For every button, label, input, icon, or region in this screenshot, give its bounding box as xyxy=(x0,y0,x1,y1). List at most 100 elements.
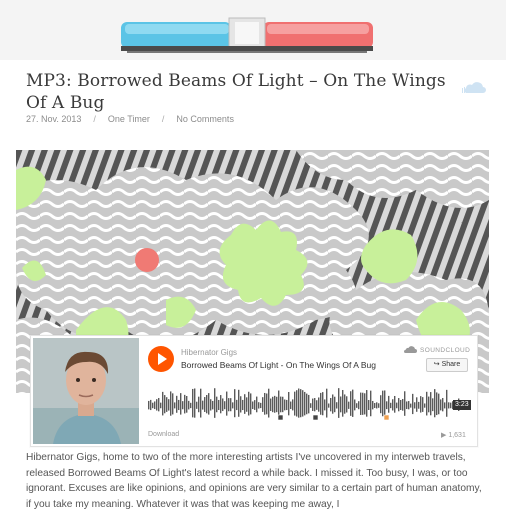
waveform-bar xyxy=(246,397,248,412)
waveform-bar xyxy=(330,397,332,412)
waveform-bar xyxy=(178,399,180,411)
play-count-value: 1,631 xyxy=(448,432,466,439)
waveform-bar xyxy=(380,395,382,414)
waveform-bar xyxy=(290,401,292,409)
waveform-bar xyxy=(404,391,406,416)
post-body-paragraph: Hibernator Gigs, home to two of the more… xyxy=(26,452,482,510)
siren-light-icon[interactable] xyxy=(121,14,373,54)
waveform-bar xyxy=(188,400,190,410)
play-count: ▶ 1,631 xyxy=(441,431,466,439)
waveform-bar xyxy=(430,392,432,416)
post-title[interactable]: MP3: Borrowed Beams Of Light – On The Wi… xyxy=(26,70,456,114)
waveform-bar xyxy=(264,392,266,415)
waveform-bar xyxy=(304,391,306,416)
waveform-bar xyxy=(214,388,216,418)
waveform-bar xyxy=(252,401,254,410)
waveform-bar xyxy=(346,396,348,413)
waveform-bar xyxy=(150,399,152,411)
waveform-bar xyxy=(332,394,334,414)
waveform-bar xyxy=(410,403,412,408)
track-title-link[interactable]: Borrowed Beams Of Light - On The Wings O… xyxy=(181,360,376,370)
waveform-bar xyxy=(152,402,154,409)
waveform-bar xyxy=(316,400,318,410)
waveform-bar xyxy=(202,400,204,410)
waveform-bar xyxy=(254,400,256,410)
waveform-bar xyxy=(338,388,340,418)
waveform-bar xyxy=(158,397,160,412)
waveform-bar xyxy=(258,402,260,409)
waveform-bar xyxy=(240,396,242,413)
waveform-bar xyxy=(184,394,186,414)
waveform-bar xyxy=(198,396,200,413)
waveform-bar xyxy=(352,389,354,417)
play-button[interactable] xyxy=(148,346,174,372)
waveform-bar xyxy=(234,389,236,418)
waveform-bar xyxy=(298,388,300,418)
waveform-bar xyxy=(192,388,194,418)
waveform-bar xyxy=(182,401,184,410)
waveform-bar xyxy=(442,397,444,412)
waveform-bar xyxy=(244,394,246,414)
waveform-bar xyxy=(172,393,174,415)
waveform-bar xyxy=(228,398,230,412)
waveform-bar xyxy=(318,397,320,412)
waveform-bar xyxy=(370,390,372,417)
soundcloud-user-link[interactable]: Hibernator Gigs xyxy=(181,348,237,357)
waveform-bar xyxy=(162,391,164,416)
soundcloud-logo[interactable]: SOUNDCLOUD xyxy=(403,346,470,354)
post-date: 27. Nov. 2013 xyxy=(26,114,82,124)
waveform-bar xyxy=(328,403,330,408)
waveform-bar xyxy=(284,399,286,411)
waveform-bar xyxy=(362,392,364,415)
waveform-bar xyxy=(402,398,404,411)
waveform-bar xyxy=(176,395,178,413)
share-button[interactable]: ↪ Share xyxy=(426,358,468,372)
waveform-bar xyxy=(336,402,338,409)
waveform-bar xyxy=(344,394,346,414)
waveform-bar xyxy=(444,402,446,409)
comment-marker[interactable] xyxy=(277,414,284,421)
share-label: Share xyxy=(441,361,461,368)
waveform-bar xyxy=(206,395,208,414)
comment-marker[interactable] xyxy=(383,414,390,421)
waveform-bar xyxy=(388,395,390,413)
waveform-bar xyxy=(448,402,450,409)
waveform-bar xyxy=(376,402,378,409)
waveform-bar xyxy=(350,391,352,416)
waveform-bar xyxy=(446,389,448,417)
waveform-bar xyxy=(222,398,224,412)
waveform-bar xyxy=(414,402,416,409)
artist-photo xyxy=(33,338,139,444)
waveform-bar xyxy=(394,395,396,413)
waveform-bar xyxy=(340,396,342,413)
waveform-bar xyxy=(186,395,188,413)
waveform-bar xyxy=(190,402,192,409)
post-comments-link[interactable]: No Comments xyxy=(176,114,234,124)
waveform-bar xyxy=(416,397,418,412)
waveform-bar xyxy=(368,400,370,410)
waveform-bar xyxy=(358,401,360,410)
waveform-bar xyxy=(342,389,344,417)
waveform[interactable] xyxy=(148,384,470,424)
post-category-link[interactable]: One Timer xyxy=(108,114,150,124)
waveform-bar xyxy=(428,396,430,413)
waveform-bar xyxy=(360,392,362,415)
waveform-bar xyxy=(168,399,170,411)
waveform-bar xyxy=(180,393,182,415)
waveform-bar xyxy=(294,391,296,416)
download-link[interactable]: Download xyxy=(148,431,179,438)
share-icon: ↪ xyxy=(433,361,442,368)
waveform-bar xyxy=(356,403,358,408)
waveform-bar xyxy=(378,403,380,408)
waveform-bar xyxy=(418,401,420,409)
waveform-bar xyxy=(292,399,294,411)
post-meta: 27. Nov. 2013 / One Timer / No Comments xyxy=(26,114,234,124)
comment-marker[interactable] xyxy=(312,414,319,421)
waveform-bar xyxy=(308,394,310,414)
waveform-bar xyxy=(288,392,290,416)
soundcloud-logo-text: SOUNDCLOUD xyxy=(420,347,471,354)
meta-separator: / xyxy=(161,114,165,124)
waveform-bar xyxy=(166,397,168,412)
waveform-bar xyxy=(400,400,402,410)
waveform-bar xyxy=(248,391,250,416)
